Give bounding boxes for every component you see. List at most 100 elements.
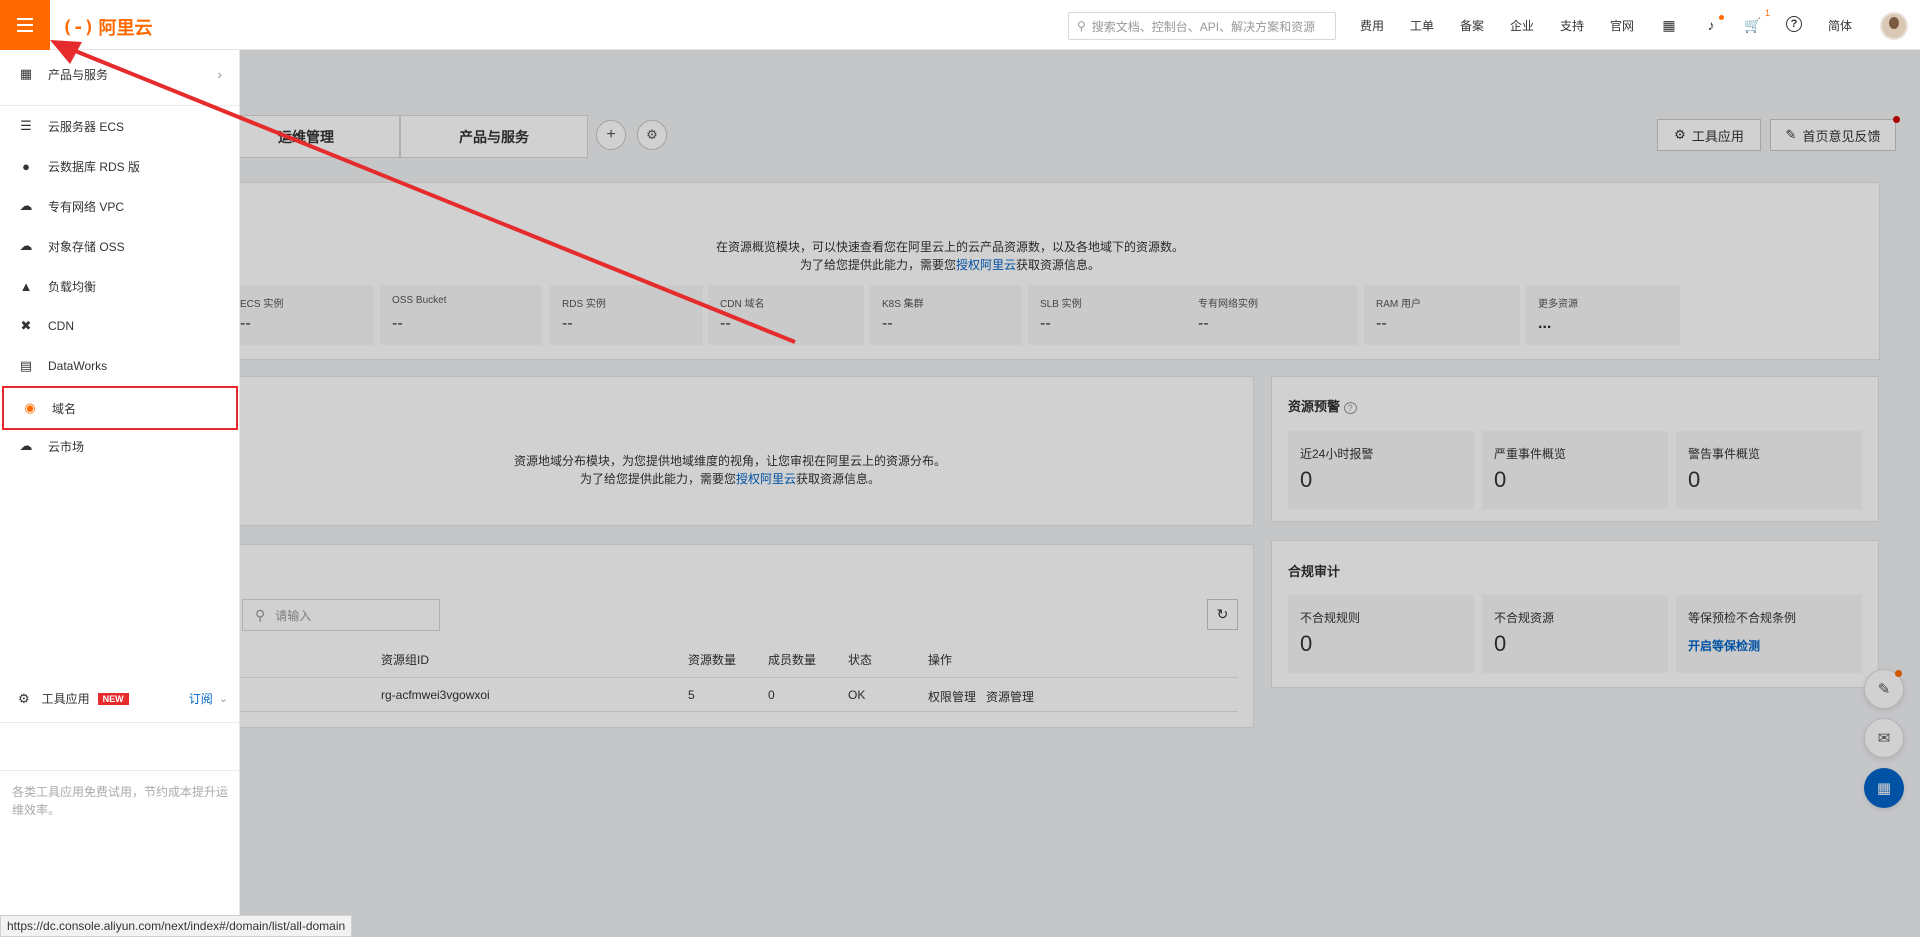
bell-icon[interactable]: ♪ [1702,16,1720,34]
nav-enterprise[interactable]: 企业 [1510,17,1534,35]
drawer-item-cdn[interactable]: ✖ CDN [0,306,240,346]
stat-card-more[interactable]: 更多资源... [1526,285,1680,345]
group-search-input[interactable]: ⚲ 请输入 [242,599,440,631]
cell-status: OK [848,688,866,702]
search-input[interactable]: ⚲ 搜索文档、控制台、API、解决方案和资源 [1068,12,1336,40]
compliance-card-resources[interactable]: 不合规资源 0 [1482,595,1668,673]
compliance-card-rules[interactable]: 不合规规则 0 [1288,595,1474,673]
hamburger-icon [17,16,33,34]
stat-card-vpc[interactable]: 专有网络实例 -- [1186,285,1358,345]
stat-value: -- [392,315,403,332]
table-divider [230,711,1238,712]
compliance-label: 等保预检不合规条例 [1688,611,1797,625]
compliance-value: 0 [1300,631,1313,656]
overview-line2-prefix: 为了给您提供此能力，需要您 [799,258,956,272]
cdn-icon: ✖ [20,318,32,333]
alert-card-24h[interactable]: 近24小时报警 0 [1288,431,1474,509]
drawer-item-oss[interactable]: ☁ 对象存储 OSS [0,226,240,266]
overview-authorize-link[interactable]: 授权阿里云 [956,258,1016,272]
drawer-item-vpc[interactable]: ☁ 专有网络 VPC [0,186,240,226]
nav-support[interactable]: 支持 [1560,17,1584,35]
cell-resources: 5 [688,688,695,702]
drawer-item-label: 云数据库 RDS 版 [48,159,141,174]
avatar[interactable] [1880,12,1908,40]
chat-icon: ✉ [1877,730,1891,747]
stat-value: -- [1376,315,1387,332]
chevron-right-icon: › [217,66,222,82]
gear-icon: ⚙ [18,690,30,706]
new-badge: NEW [97,692,129,705]
cart-icon[interactable]: 🛒 [1744,16,1762,34]
language-switch[interactable]: 简体 [1828,17,1852,35]
chevron-down-icon[interactable]: ⌄ [219,692,228,705]
stat-label: OSS Bucket [392,295,447,306]
drawer-item-ecs[interactable]: ☰ 云服务器 ECS [0,106,240,146]
stat-card-ram[interactable]: RAM 用户 -- [1364,285,1520,345]
stat-card-rds[interactable]: RDS 实例 -- [550,285,703,345]
drawer-item-rds[interactable]: ● 云数据库 RDS 版 [0,146,240,186]
aliyun-mark-icon: (-) [62,16,95,38]
drawer-item-market[interactable]: ☁ 云市场 [0,426,240,466]
col-header-members: 成员数量 [768,653,817,667]
compliance-card-mlps[interactable]: 等保预检不合规条例 开启等保检测 [1676,595,1862,673]
drawer-products-services[interactable]: ▦ 产品与服务 › [0,54,240,94]
col-header-status: 状态 [848,653,873,667]
load-balance-icon: ▲ [19,278,33,294]
overview-text: 在资源概览模块，可以快速查看您在阿里云上的云产品资源数，以及各地域下的资源数。 … [600,238,1300,274]
nav-tickets[interactable]: 工单 [1410,17,1434,35]
enable-mlps-link[interactable]: 开启等保检测 [1688,637,1760,654]
nav-icp[interactable]: 备案 [1460,17,1484,35]
settings-button[interactable]: ⚙ [637,120,667,150]
terminal-icon[interactable]: ▦ [1660,16,1678,34]
overview-line1: 在资源概览模块，可以快速查看您在阿里云上的云产品资源数，以及各地域下的资源数。 [715,240,1184,254]
info-icon[interactable]: ? [1343,402,1357,414]
region-authorize-link[interactable]: 授权阿里云 [736,472,796,486]
tab-products[interactable]: 产品与服务 [400,115,588,158]
nav-fees[interactable]: 费用 [1360,17,1384,35]
stat-card-ecs[interactable]: ECS 实例 -- [228,285,374,345]
apps-button[interactable]: ▦ [1864,768,1904,808]
resource-manage-link[interactable]: 资源管理 [986,688,1034,705]
stat-card-k8s[interactable]: K8S 集群 -- [870,285,1022,345]
refresh-button[interactable]: ↻ [1207,599,1238,630]
stat-card-slb[interactable]: SLB 实例 -- [1028,285,1186,345]
chat-button[interactable]: ✉ [1864,718,1904,758]
add-tab-button[interactable]: + [596,120,626,150]
feedback-button[interactable]: ✎ 首页意见反馈 [1770,119,1896,151]
region-line2-suffix: 获取资源信息。 [796,472,881,486]
compliance-label: 不合规资源 [1494,611,1555,625]
nav-official-site[interactable]: 官网 [1610,17,1634,35]
alert-card-warning[interactable]: 警告事件概览 0 [1676,431,1862,509]
permission-manage-link[interactable]: 权限管理 [928,688,976,705]
help-icon[interactable]: ? [1786,16,1802,32]
aliyun-logo[interactable]: (-) 阿里云 [62,14,153,40]
alert-card-critical[interactable]: 严重事件概览 0 [1482,431,1668,509]
drawer-item-domain[interactable]: ◉ 域名 [2,386,238,430]
region-line1: 资源地域分布模块，为您提供地域维度的视角，让您审视在阿里云上的资源分布。 [513,454,946,468]
cell-group-id: rg-acfmwei3vgowxoi [381,688,490,702]
drawer-item-slb[interactable]: ▲ 负载均衡 [0,266,240,306]
alert-value: 0 [1688,467,1701,492]
stat-label: K8S 集群 [882,299,924,310]
alert-value: 0 [1494,467,1507,492]
subscribe-link[interactable]: 订阅 [189,690,213,707]
drawer-item-label: CDN [48,319,74,333]
stat-value: -- [562,315,573,332]
apps-grid-icon: ▦ [1876,780,1892,797]
drawer-item-dataworks[interactable]: ▤ DataWorks [0,346,240,386]
drawer-tool-apps[interactable]: ⚙ 工具应用 NEW 订阅 ⌄ [18,690,228,707]
stat-card-oss[interactable]: OSS Bucket -- [380,285,542,345]
overview-line2-suffix: 获取资源信息。 [1016,258,1101,272]
group-search-placeholder: 请输入 [275,608,312,623]
col-header-group-id: 资源组ID [381,653,430,667]
menu-button[interactable] [0,0,50,50]
tab-ops[interactable]: 运维管理 [212,115,400,158]
dataworks-icon: ▤ [19,358,33,373]
stat-label: RAM 用户 [1376,299,1421,310]
alert-label: 警告事件概览 [1688,447,1761,461]
tool-app-button[interactable]: ⚙ 工具应用 [1657,119,1761,151]
alert-label: 近24小时报警 [1300,447,1374,461]
table-divider [230,677,1238,678]
alert-value: 0 [1300,467,1313,492]
stat-card-cdn[interactable]: CDN 域名 -- [708,285,864,345]
